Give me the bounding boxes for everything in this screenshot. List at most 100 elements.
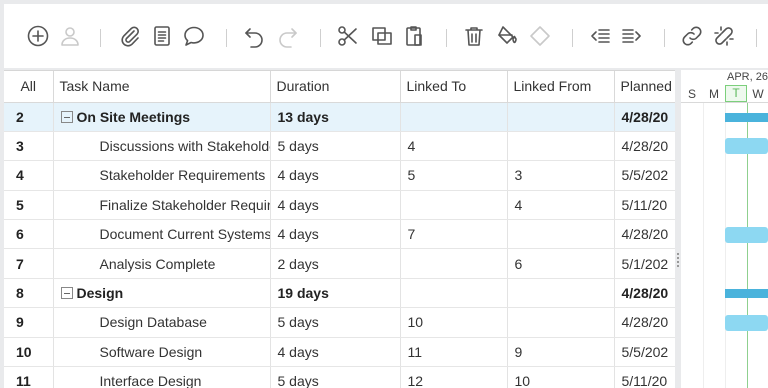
copy-icon[interactable] xyxy=(368,22,396,50)
linked-to-cell[interactable]: 5 xyxy=(400,160,508,191)
planned-cell[interactable]: 4/28/20 xyxy=(614,278,675,309)
linked-from-cell[interactable]: 3 xyxy=(507,160,615,191)
unlink-icon[interactable] xyxy=(710,22,738,50)
linked-from-cell[interactable]: 9 xyxy=(507,337,615,368)
outdent-icon[interactable] xyxy=(586,22,614,50)
table-row[interactable]: 5 Finalize Stakeholder Requirements 4 days… xyxy=(4,190,675,221)
table-row[interactable]: 3 Discussions with Stakeholders 5 days 4 4/2… xyxy=(4,131,675,162)
task-name-cell[interactable]: Stakeholder Requirements xyxy=(53,160,271,191)
table-row[interactable]: 2 On Site Meetings 13 days 4/28/20 xyxy=(4,102,675,132)
duration-cell[interactable]: 19 days xyxy=(270,278,401,309)
table-row[interactable]: 6 Document Current Systems 4 days 7 4/28/20 xyxy=(4,219,675,250)
task-name-cell[interactable]: Interface Design xyxy=(53,366,271,388)
redo-icon[interactable] xyxy=(274,22,302,50)
task-name-cell[interactable]: Document Current Systems xyxy=(53,219,271,250)
row-number[interactable]: 5 xyxy=(4,190,54,221)
task-name-cell[interactable]: Software Design xyxy=(53,337,271,368)
duration-cell[interactable]: 5 days xyxy=(270,131,401,162)
duration-header[interactable]: Duration xyxy=(270,71,401,103)
row-number[interactable]: 3 xyxy=(4,131,54,162)
select-all-header[interactable]: All xyxy=(4,71,54,103)
planned-cell[interactable]: 5/1/202 xyxy=(614,248,675,279)
linked-from-cell[interactable]: 4 xyxy=(507,190,615,221)
row-number[interactable]: 7 xyxy=(4,248,54,279)
table-row[interactable]: 7 Analysis Complete 2 days 6 5/1/202 xyxy=(4,248,675,279)
gantt-summary-bar[interactable] xyxy=(725,113,768,122)
attachment-icon[interactable] xyxy=(116,22,144,50)
duration-cell[interactable]: 2 days xyxy=(270,248,401,279)
linked-to-cell[interactable] xyxy=(400,248,508,279)
linked-from-cell[interactable] xyxy=(507,219,615,250)
linked-from-cell[interactable] xyxy=(507,278,615,309)
cut-icon[interactable] xyxy=(334,22,362,50)
linked-from-cell[interactable] xyxy=(507,102,615,132)
linked-to-cell[interactable] xyxy=(400,278,508,309)
linked-from-cell[interactable] xyxy=(507,131,615,162)
row-number[interactable]: 6 xyxy=(4,219,54,250)
row-number[interactable]: 11 xyxy=(4,366,54,388)
linked-to-cell[interactable]: 11 xyxy=(400,337,508,368)
task-name-cell[interactable]: Design Database xyxy=(53,307,271,338)
gantt-task-bar[interactable] xyxy=(725,314,768,331)
planned-header[interactable]: Planned xyxy=(614,71,675,103)
duration-cell[interactable]: 4 days xyxy=(270,337,401,368)
task-name-cell[interactable]: Discussions with Stakeholders xyxy=(53,131,271,162)
linked-from-cell[interactable]: 10 xyxy=(507,366,615,388)
task-name-cell[interactable]: On Site Meetings xyxy=(53,102,271,132)
table-row[interactable]: 4 Stakeholder Requirements 4 days 5 3 5/5/202 xyxy=(4,160,675,191)
linked-to-header[interactable]: Linked To xyxy=(400,71,508,103)
comment-icon[interactable] xyxy=(180,22,208,50)
table-row[interactable]: 9 Design Database 5 days 10 4/28/20 xyxy=(4,307,675,338)
planned-cell[interactable]: 4/28/20 xyxy=(614,102,675,132)
task-name-cell[interactable]: Analysis Complete xyxy=(53,248,271,279)
linked-from-header[interactable]: Linked From xyxy=(507,71,615,103)
gantt-task-bar[interactable] xyxy=(725,138,768,155)
linked-to-cell[interactable]: 10 xyxy=(400,307,508,338)
collapse-toggle-icon[interactable] xyxy=(60,110,73,123)
task-name-cell[interactable]: Design xyxy=(53,278,271,309)
linked-to-cell[interactable]: 4 xyxy=(400,131,508,162)
row-number[interactable]: 8 xyxy=(4,278,54,309)
duration-cell[interactable]: 4 days xyxy=(270,219,401,250)
planned-cell[interactable]: 5/5/202 xyxy=(614,160,675,191)
gantt-summary-bar[interactable] xyxy=(725,289,768,299)
fill-color-icon[interactable] xyxy=(494,22,522,50)
milestone-icon[interactable] xyxy=(526,22,554,50)
duration-cell[interactable]: 4 days xyxy=(270,190,401,221)
planned-cell[interactable]: 5/5/202 xyxy=(614,337,675,368)
linked-from-cell[interactable]: 6 xyxy=(507,248,615,279)
duration-cell[interactable]: 5 days xyxy=(270,366,401,388)
planned-cell[interactable]: 5/11/20 xyxy=(614,190,675,221)
user-icon[interactable] xyxy=(56,22,84,50)
splitter-handle[interactable] xyxy=(677,253,679,267)
duration-cell[interactable]: 4 days xyxy=(270,160,401,191)
collapse-toggle-icon[interactable] xyxy=(60,287,73,300)
linked-from-cell[interactable] xyxy=(507,307,615,338)
row-number[interactable]: 2 xyxy=(4,102,54,132)
delete-icon[interactable] xyxy=(460,22,488,50)
row-number[interactable]: 9 xyxy=(4,307,54,338)
planned-cell[interactable]: 4/28/20 xyxy=(614,307,675,338)
table-row[interactable]: 8 Design 19 days 4/28/20 xyxy=(4,278,675,309)
planned-cell[interactable]: 4/28/20 xyxy=(614,219,675,250)
undo-icon[interactable] xyxy=(240,22,268,50)
row-number[interactable]: 4 xyxy=(4,160,54,191)
link-icon[interactable] xyxy=(678,22,706,50)
row-number[interactable]: 10 xyxy=(4,337,54,368)
planned-cell[interactable]: 5/11/20 xyxy=(614,366,675,388)
linked-to-cell[interactable]: 7 xyxy=(400,219,508,250)
table-row[interactable]: 11 Interface Design 5 days 12 10 5/11/20 xyxy=(4,366,675,388)
gantt-task-bar[interactable] xyxy=(725,226,768,243)
planned-cell[interactable]: 4/28/20 xyxy=(614,131,675,162)
add-icon[interactable] xyxy=(24,22,52,50)
indent-icon[interactable] xyxy=(618,22,646,50)
notes-icon[interactable] xyxy=(148,22,176,50)
linked-to-cell[interactable]: 12 xyxy=(400,366,508,388)
duration-cell[interactable]: 5 days xyxy=(270,307,401,338)
paste-icon[interactable] xyxy=(400,22,428,50)
task-name-cell[interactable]: Finalize Stakeholder Requirements xyxy=(53,190,271,221)
linked-to-cell[interactable] xyxy=(400,102,508,132)
task-name-header[interactable]: Task Name xyxy=(53,71,271,103)
linked-to-cell[interactable] xyxy=(400,190,508,221)
duration-cell[interactable]: 13 days xyxy=(270,102,401,132)
